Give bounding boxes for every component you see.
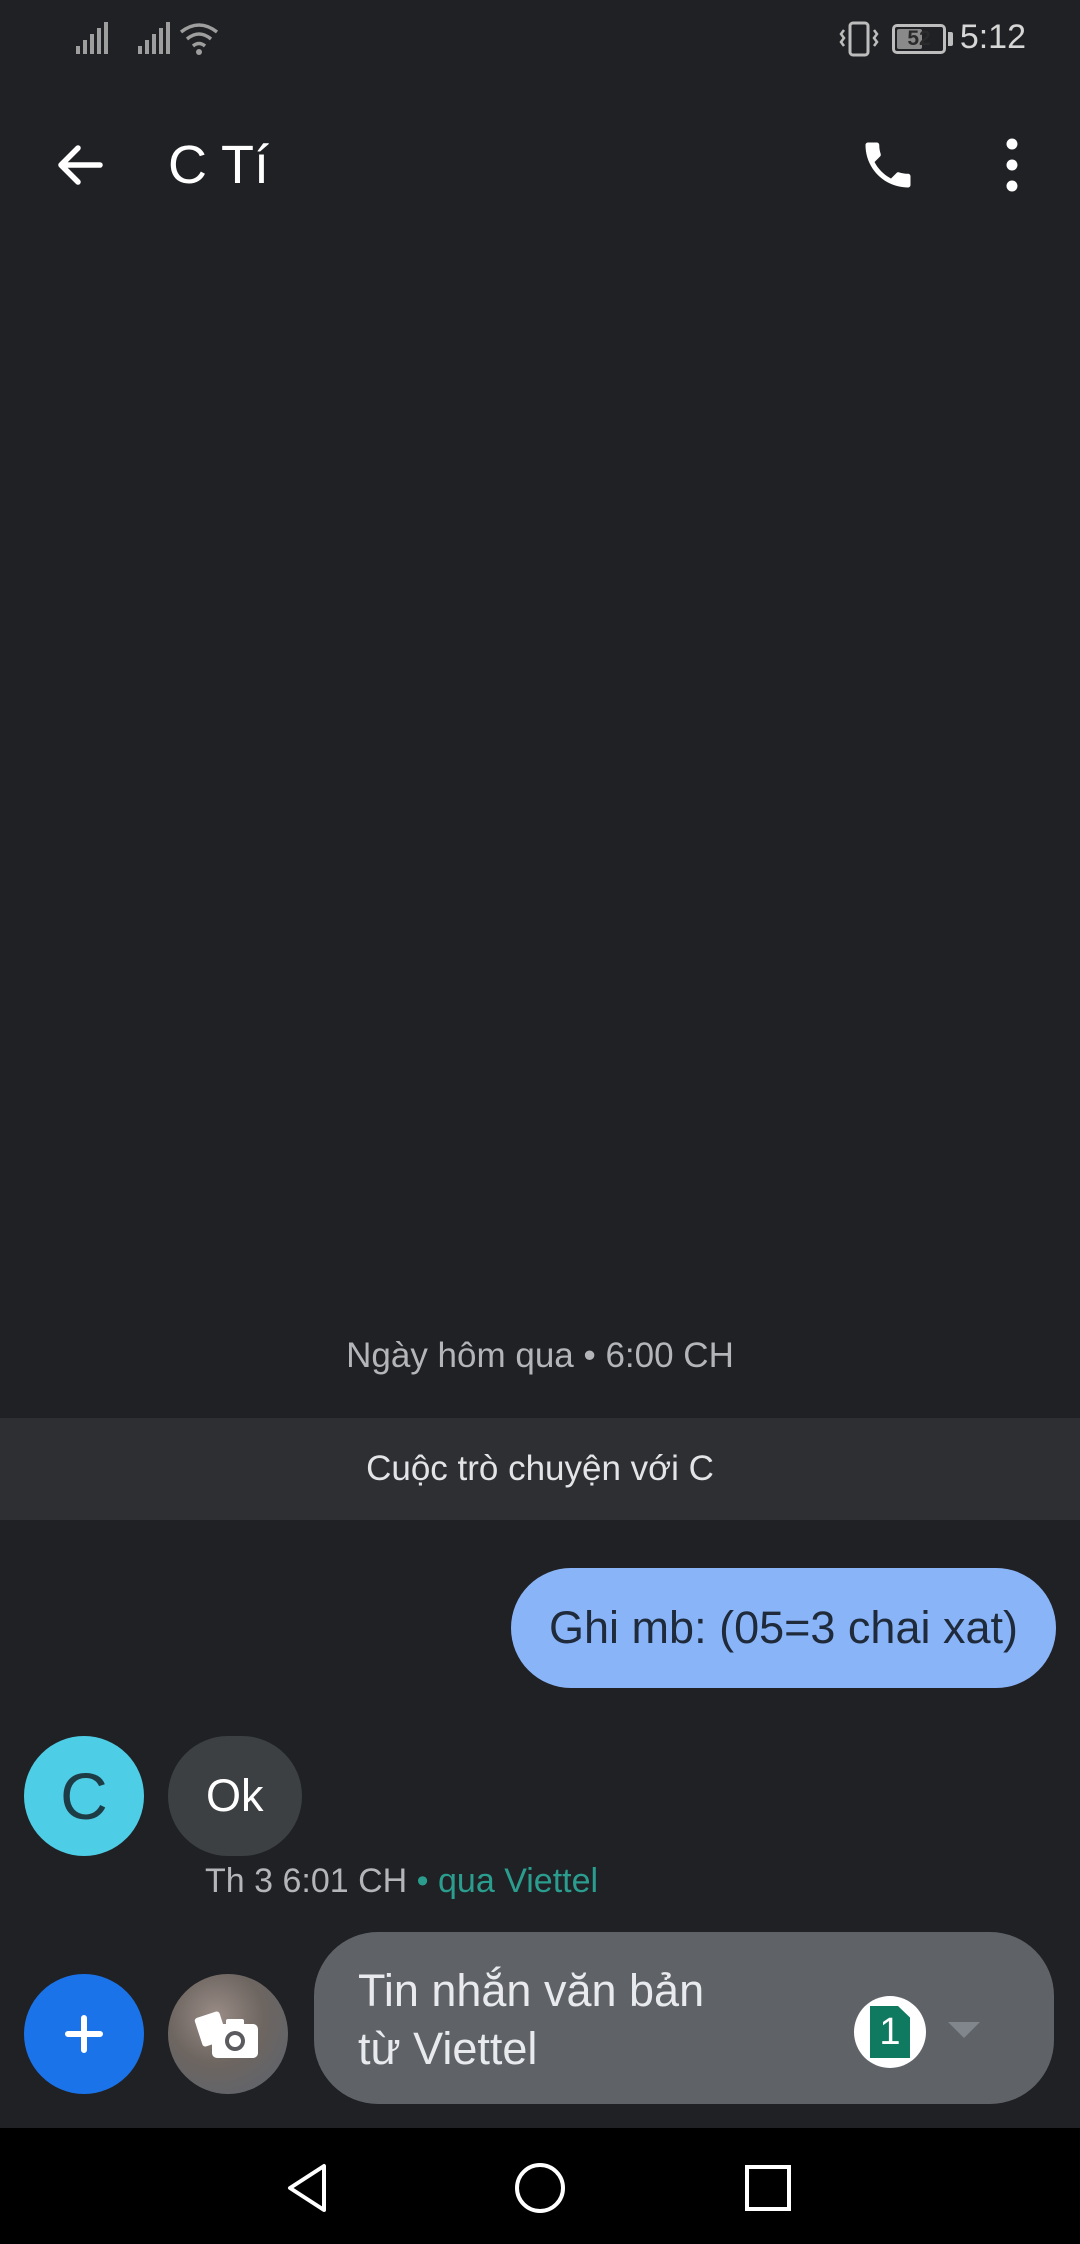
- battery-tip: [948, 32, 953, 46]
- incoming-message[interactable]: Ok: [168, 1736, 302, 1856]
- conversation-banner: Cuộc trò chuyện với C: [0, 1418, 1080, 1520]
- message-compose-field[interactable]: Tin nhắn văn bản từ Viettel 1: [314, 1932, 1054, 2104]
- nav-home-icon: [515, 2163, 565, 2213]
- conversation-banner-text: Cuộc trò chuyện với C: [366, 1449, 714, 1488]
- add-icon: [65, 2015, 103, 2053]
- sim-card-icon: 1: [870, 2006, 910, 2058]
- signal-icon: [74, 20, 110, 61]
- navigation-bar: [0, 2128, 1080, 2244]
- status-time: 5:12: [959, 18, 1026, 56]
- more-vert-icon: [1006, 138, 1018, 192]
- vibrate-icon: [838, 20, 880, 63]
- call-button[interactable]: [848, 125, 928, 205]
- phone-icon: [865, 142, 911, 188]
- compose-placeholder: Tin nhắn văn bản từ Viettel: [358, 1965, 705, 2074]
- dropdown-arrow-icon[interactable]: [948, 2022, 980, 2038]
- avatar-letter: C: [60, 1759, 108, 1833]
- wifi-icon: [178, 20, 220, 63]
- message-meta: Th 3 6:01 CH • qua Viettel: [205, 1862, 598, 1901]
- sim-number: 1: [879, 2011, 901, 2053]
- timestamp-header: Ngày hôm qua • 6:00 CH: [346, 1336, 734, 1375]
- more-options-button[interactable]: [972, 125, 1052, 205]
- sim-selector-button[interactable]: 1: [854, 1996, 926, 2068]
- battery-level: 52: [907, 27, 931, 50]
- message-carrier: • qua Viettel: [407, 1862, 599, 1900]
- incoming-message-text: Ok: [206, 1770, 264, 1821]
- nav-recents-button[interactable]: [728, 2148, 808, 2228]
- back-button[interactable]: [40, 125, 120, 205]
- app-bar: C Tí: [0, 100, 1080, 230]
- signal-icon: [136, 20, 172, 61]
- gallery-button[interactable]: [168, 1974, 288, 2094]
- outgoing-message[interactable]: Ghi mb: (05=3 chai xat): [511, 1568, 1056, 1688]
- status-bar: 52 5:12: [0, 0, 1080, 80]
- outgoing-message-text: Ghi mb: (05=3 chai xat): [549, 1602, 1018, 1653]
- nav-home-button[interactable]: [500, 2148, 580, 2228]
- messages-screen: 52 5:12 C Tí Ngày hôm qua • 6:00 CH Cuộc…: [0, 0, 1080, 2244]
- add-attachment-button[interactable]: [24, 1974, 144, 2094]
- nav-back-icon: [288, 2164, 326, 2212]
- message-time: Th 3 6:01 CH: [205, 1862, 408, 1900]
- contact-title: C Tí: [168, 135, 270, 195]
- nav-back-button[interactable]: [268, 2148, 348, 2228]
- nav-recents-icon: [745, 2165, 791, 2211]
- back-arrow-icon: [58, 145, 103, 185]
- battery-icon: 52: [892, 24, 946, 54]
- avatar[interactable]: C: [24, 1736, 144, 1856]
- gallery-camera-icon: [194, 2011, 258, 2058]
